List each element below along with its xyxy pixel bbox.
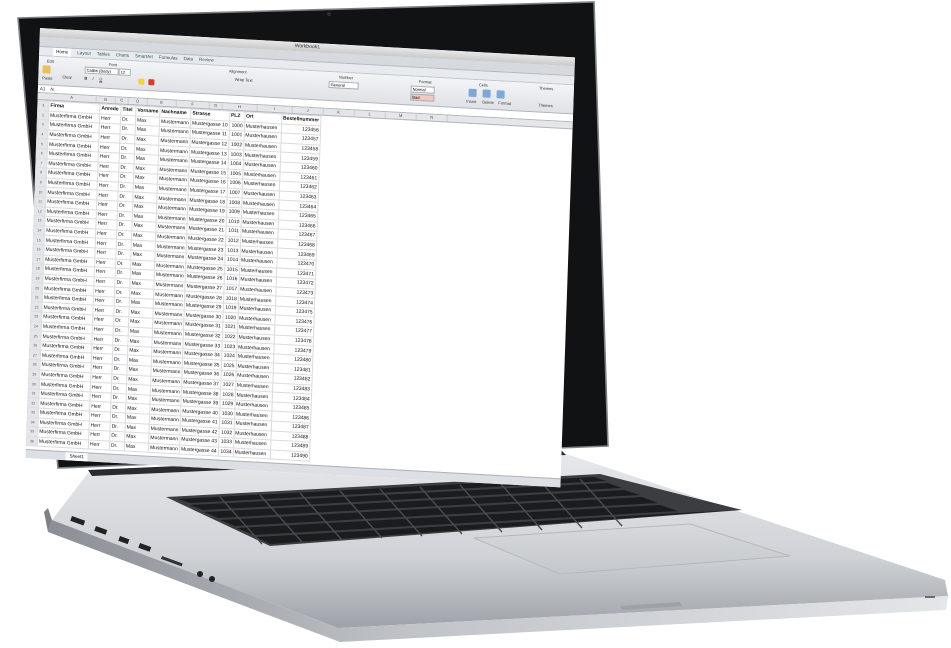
wrap-text-button[interactable]: Wrap Text xyxy=(235,77,253,83)
row-number[interactable]: 8 xyxy=(35,167,47,178)
row-number[interactable]: 14 xyxy=(33,225,45,236)
table-cell[interactable]: 1034 xyxy=(217,446,234,458)
format-cells-icon[interactable] xyxy=(496,90,505,99)
column-header[interactable]: N xyxy=(416,113,448,122)
column-header[interactable]: L xyxy=(354,110,386,119)
row-number[interactable]: 33 xyxy=(27,407,39,418)
row-number[interactable]: 23 xyxy=(30,311,42,322)
row-number[interactable]: 25 xyxy=(29,330,42,341)
font-size-select[interactable]: 12 xyxy=(118,68,131,77)
row-number[interactable]: 17 xyxy=(32,254,44,265)
row-number[interactable]: 34 xyxy=(26,417,39,428)
paste-button[interactable]: Paste xyxy=(42,75,52,81)
table-cell[interactable]: Herr xyxy=(88,439,110,451)
bold-button[interactable]: B xyxy=(84,76,87,81)
clear-button[interactable]: Clear xyxy=(62,74,72,80)
italic-button[interactable]: I xyxy=(92,76,93,81)
tab-smartart[interactable]: SmartArt xyxy=(135,52,153,61)
row-number[interactable]: 9 xyxy=(35,177,47,188)
row-number[interactable]: 27 xyxy=(29,349,41,361)
tab-review[interactable]: Review xyxy=(199,56,214,65)
column-header[interactable]: G xyxy=(209,102,223,110)
name-box[interactable]: A1 xyxy=(40,86,46,91)
row-number[interactable]: 29 xyxy=(28,369,40,380)
insert-cells-icon[interactable] xyxy=(468,88,477,98)
tab-tables[interactable]: Tables xyxy=(97,50,110,59)
row-number[interactable]: 16 xyxy=(32,244,45,255)
row-number[interactable]: 19 xyxy=(31,273,44,284)
sheet-tab[interactable]: Sheet1 xyxy=(65,452,88,462)
row-number[interactable]: 21 xyxy=(31,292,43,303)
tab-charts[interactable]: Charts xyxy=(116,51,130,60)
row-number[interactable]: 36 xyxy=(26,436,38,447)
audio-port xyxy=(197,571,203,577)
row-number[interactable]: 15 xyxy=(33,234,45,246)
column-header[interactable]: K xyxy=(323,108,355,117)
group-number-label: Number xyxy=(338,74,354,81)
column-header[interactable]: M xyxy=(385,112,417,120)
column-header[interactable]: D xyxy=(128,98,148,106)
row-number[interactable]: 4 xyxy=(36,129,49,140)
font-color-icon[interactable] xyxy=(148,79,155,86)
row-number[interactable]: 31 xyxy=(27,388,40,399)
row-number[interactable]: 26 xyxy=(29,340,41,351)
spreadsheet-grid[interactable]: 1 Firma Anrede Titel Vorname Nachname Strasse P… xyxy=(26,100,322,462)
row-number[interactable]: 24 xyxy=(30,321,42,332)
table-cell[interactable]: Max xyxy=(124,441,149,453)
group-alignment-label: Alignment xyxy=(228,68,247,75)
delete-cells-icon[interactable] xyxy=(482,89,491,98)
row-number[interactable]: 35 xyxy=(26,426,38,437)
tab-formulas[interactable]: Formulas xyxy=(159,54,178,63)
fx-icon: fx xyxy=(50,86,55,92)
audio-port-2 xyxy=(209,576,215,582)
underline-button[interactable]: U xyxy=(99,76,102,81)
table-cell[interactable]: Mustermann xyxy=(148,443,180,455)
format-button[interactable]: Format xyxy=(498,100,511,106)
tab-home[interactable]: Home xyxy=(53,47,72,57)
group-cells-label: Cells xyxy=(478,82,488,88)
row-number[interactable]: 30 xyxy=(28,378,40,389)
table-cell[interactable]: 123490 xyxy=(269,449,310,462)
sleep-indicator xyxy=(925,596,935,598)
table-cell[interactable]: Dr. xyxy=(109,440,125,452)
row-number[interactable]: 13 xyxy=(33,215,46,226)
row-number[interactable]: 20 xyxy=(31,282,43,294)
group-themes-label: Themes xyxy=(538,85,554,92)
row-number[interactable]: 1 xyxy=(37,100,50,111)
row-number[interactable]: 22 xyxy=(30,301,43,313)
tab-data[interactable]: Data xyxy=(183,55,193,64)
row-number[interactable]: 6 xyxy=(36,148,48,159)
insert-button[interactable]: Insert xyxy=(466,99,476,105)
themes-button[interactable]: Themes xyxy=(538,103,553,109)
group-font-label: Font xyxy=(108,61,117,68)
table-cell[interactable]: Musterfirma GmbH xyxy=(37,436,89,450)
row-number[interactable]: 32 xyxy=(27,397,39,409)
row-number[interactable]: 18 xyxy=(32,263,44,274)
style-normal[interactable]: Normal xyxy=(410,85,435,94)
style-bad[interactable]: Bad xyxy=(410,93,435,102)
camera-icon xyxy=(327,12,331,16)
font-name-select[interactable]: Calibri (Body) xyxy=(84,66,119,76)
fill-color-icon[interactable] xyxy=(138,78,145,85)
window-title: Workbook1 xyxy=(294,43,321,51)
row-number[interactable]: 5 xyxy=(36,138,48,150)
number-format-select[interactable]: General xyxy=(328,80,359,90)
excel-window: Workbook1 Home Layout Tables Charts Smar… xyxy=(25,28,575,488)
delete-button[interactable]: Delete xyxy=(482,99,494,105)
table-cell[interactable]: Mustergasse 44 xyxy=(179,444,219,457)
column-header[interactable]: C xyxy=(115,97,129,105)
row-number[interactable]: 11 xyxy=(34,196,46,207)
row-number[interactable]: 28 xyxy=(28,359,41,370)
group-edit-label: Edit xyxy=(46,58,54,64)
row-number[interactable]: 7 xyxy=(35,158,48,169)
row-number[interactable]: 3 xyxy=(37,119,49,130)
row-number[interactable]: 12 xyxy=(34,206,46,217)
row-number[interactable]: 10 xyxy=(34,186,47,198)
row-number[interactable]: 2 xyxy=(37,110,49,121)
column-header[interactable]: B xyxy=(96,96,116,104)
paste-icon[interactable] xyxy=(42,65,51,74)
group-format-label: Format xyxy=(418,78,432,85)
table-cell[interactable]: Musterhausen xyxy=(232,447,271,460)
tab-layout[interactable]: Layout xyxy=(77,49,91,58)
